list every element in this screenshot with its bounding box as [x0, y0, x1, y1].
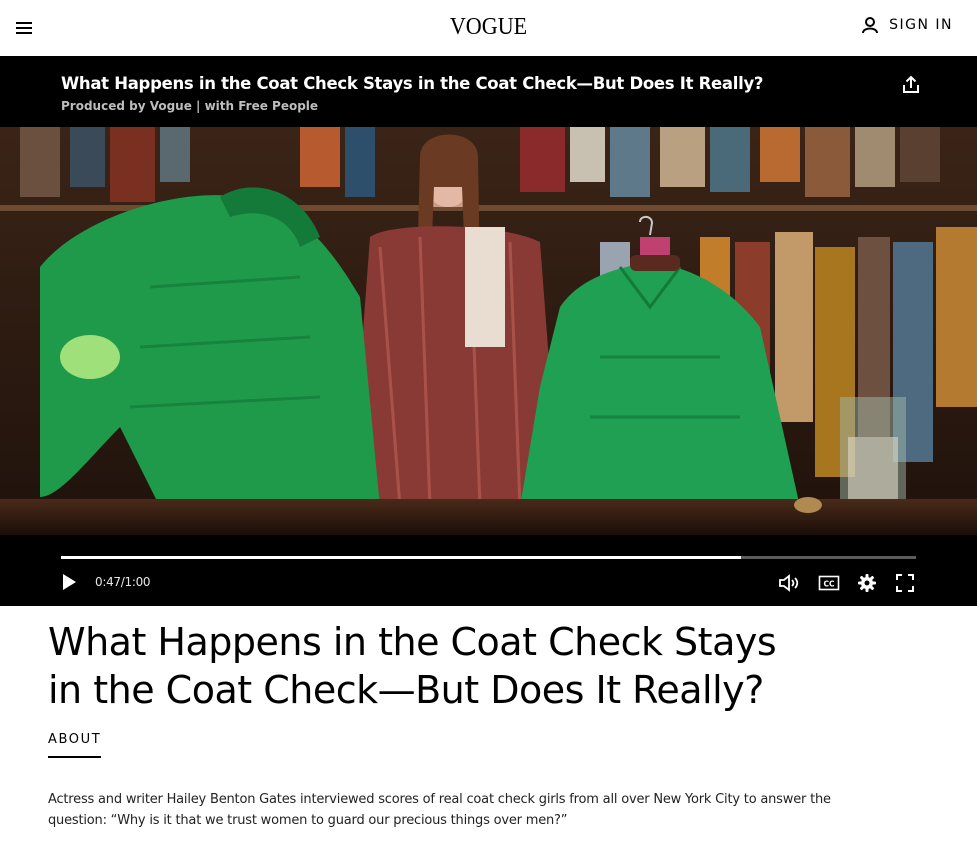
fullscreen-button[interactable] [895, 573, 917, 593]
settings-button[interactable] [857, 573, 879, 593]
menu-button[interactable] [14, 18, 34, 38]
video-controls: 0:47/1:00 CC [0, 535, 977, 606]
volume-icon [779, 574, 799, 592]
about-tab[interactable]: ABOUT [48, 732, 102, 758]
video-frame[interactable] [0, 127, 977, 535]
video-credit: Produced by Vogue | with Free People [61, 99, 319, 113]
vogue-logo[interactable]: VOGUE [39, 14, 938, 41]
gear-icon [858, 574, 876, 592]
progress-bar[interactable] [61, 556, 916, 559]
site-header: VOGUE SIGN IN [0, 0, 977, 56]
progress-fill [61, 556, 741, 559]
article-description: Actress and writer Hailey Benton Gates i… [48, 789, 848, 831]
sign-in-label: SIGN IN [889, 17, 953, 33]
description-line-1: Actress and writer Hailey Benton Gates i… [48, 792, 831, 807]
video-title: What Happens in the Coat Check Stays in … [61, 74, 764, 93]
play-button[interactable] [60, 573, 78, 591]
hamburger-icon [16, 22, 32, 34]
share-icon [903, 75, 919, 93]
video-title-bar: What Happens in the Coat Check Stays in … [0, 56, 977, 127]
cc-icon: CC [818, 575, 840, 591]
article-headline: What Happens in the Coat Check Stays in … [48, 618, 868, 714]
sign-in-button[interactable]: SIGN IN [861, 16, 953, 34]
volume-button[interactable] [778, 573, 800, 593]
captions-button[interactable]: CC [818, 573, 840, 593]
share-button[interactable] [900, 74, 922, 96]
description-line-2: question: “Why is it that we trust women… [48, 813, 568, 828]
fullscreen-icon [896, 574, 914, 592]
headline-line-2: in the Coat Check—But Does It Really? [48, 668, 764, 712]
headline-line-1: What Happens in the Coat Check Stays [48, 620, 777, 664]
video-still [0, 127, 977, 535]
timecode: 0:47/1:00 [95, 575, 151, 589]
video-player[interactable]: What Happens in the Coat Check Stays in … [0, 56, 977, 606]
svg-text:CC: CC [823, 580, 835, 589]
play-icon [63, 574, 76, 590]
person-icon [862, 17, 879, 34]
